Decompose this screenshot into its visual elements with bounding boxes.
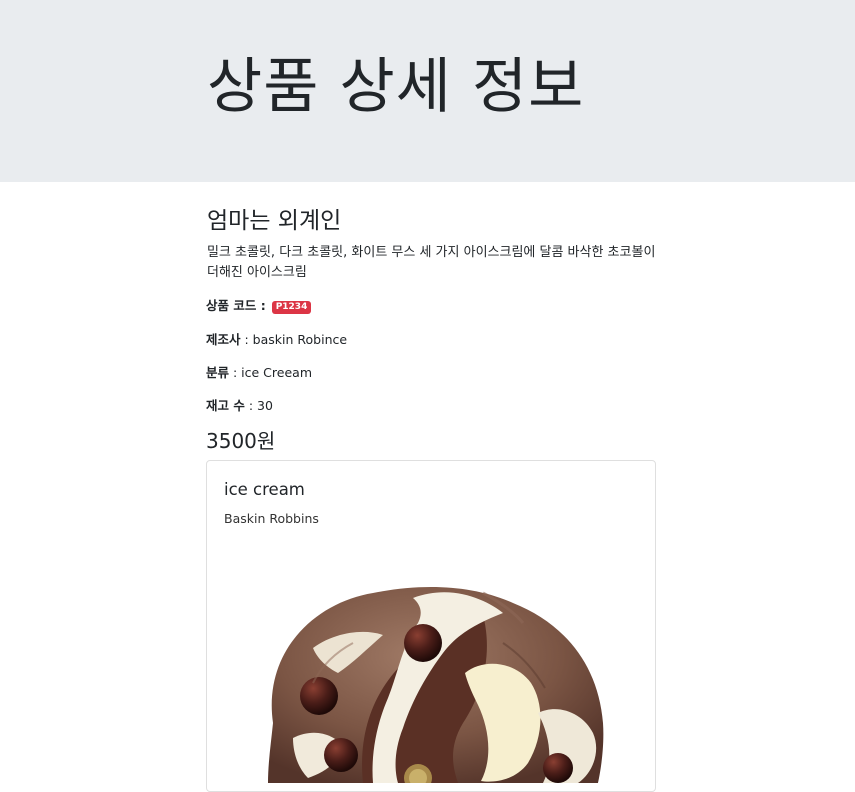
maker-row: 제조사 : baskin Robince xyxy=(206,330,347,350)
category-value: : ice Creeam xyxy=(229,365,312,380)
product-code-label: 상품 코드 : xyxy=(206,298,266,313)
stock-label: 재고 수 xyxy=(206,398,245,413)
card-title: ice cream xyxy=(224,480,305,499)
stock-value: : 30 xyxy=(244,398,273,413)
maker-label: 제조사 xyxy=(206,332,241,347)
product-price: 3500원 xyxy=(206,429,276,453)
maker-value: : baskin Robince xyxy=(240,332,348,347)
ice-cream-scoop-image xyxy=(268,587,604,783)
product-card: ice cream Baskin Robbins xyxy=(206,460,656,792)
stock-row: 재고 수 : 30 xyxy=(206,396,273,416)
product-description: 밀크 초콜릿, 다크 초콜릿, 화이트 무스 세 가지 아이스크림에 달콤 바삭… xyxy=(207,245,656,280)
page-header: 상품 상세 정보 xyxy=(0,0,855,182)
product-code-badge: P1234 xyxy=(271,301,312,314)
category-label: 분류 xyxy=(206,365,230,380)
page-title: 상품 상세 정보 xyxy=(207,52,585,122)
product-name: 엄마는 외계인 xyxy=(207,208,342,234)
product-code-row: 상품 코드 : P1234 xyxy=(206,296,312,316)
category-row: 분류 : ice Creeam xyxy=(206,363,312,383)
